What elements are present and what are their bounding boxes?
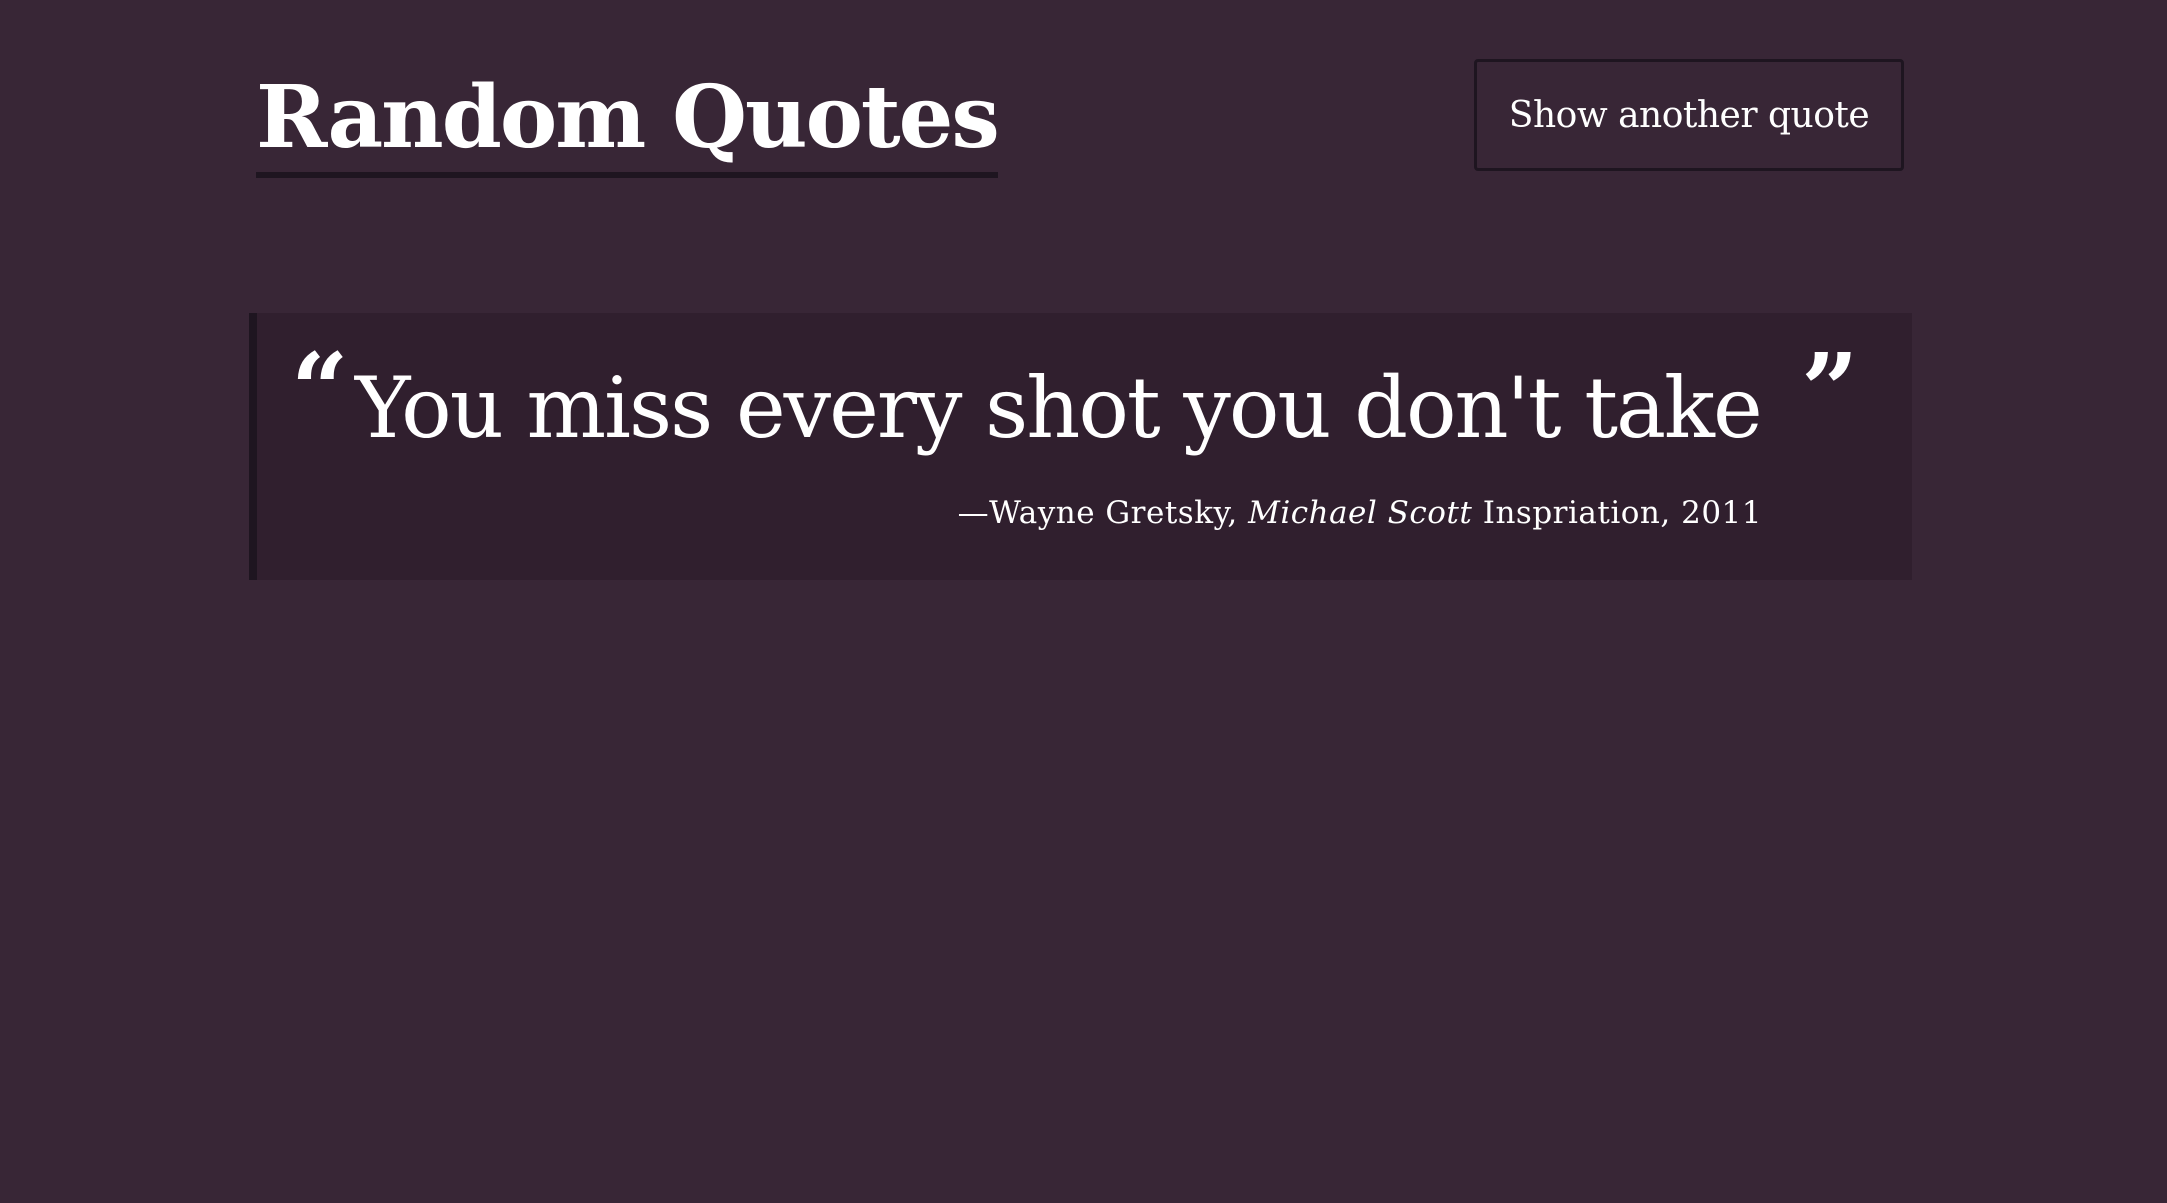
quote-source: Michael Scott (1248, 495, 1473, 531)
show-another-quote-button[interactable]: Show another quote (1474, 59, 1904, 171)
quote-context: Inspriation, 2011 (1472, 495, 1762, 531)
site-title[interactable]: Random Quotes (256, 68, 1000, 178)
quote-line: “ You miss every shot you don't take ” (291, 335, 1891, 463)
open-quote-icon: “ (291, 331, 349, 449)
quote-block: “ You miss every shot you don't take ” —… (249, 313, 1912, 580)
quote-text: You miss every shot you don't take (355, 359, 1763, 457)
close-quote-icon: ” (1801, 331, 1859, 449)
quote-author: —Wayne Gretsky, (957, 495, 1249, 531)
quote-attribution: —Wayne Gretsky, Michael Scott Inspriatio… (958, 493, 1762, 533)
page-header: Random Quotes Show another quote (256, 0, 1906, 200)
